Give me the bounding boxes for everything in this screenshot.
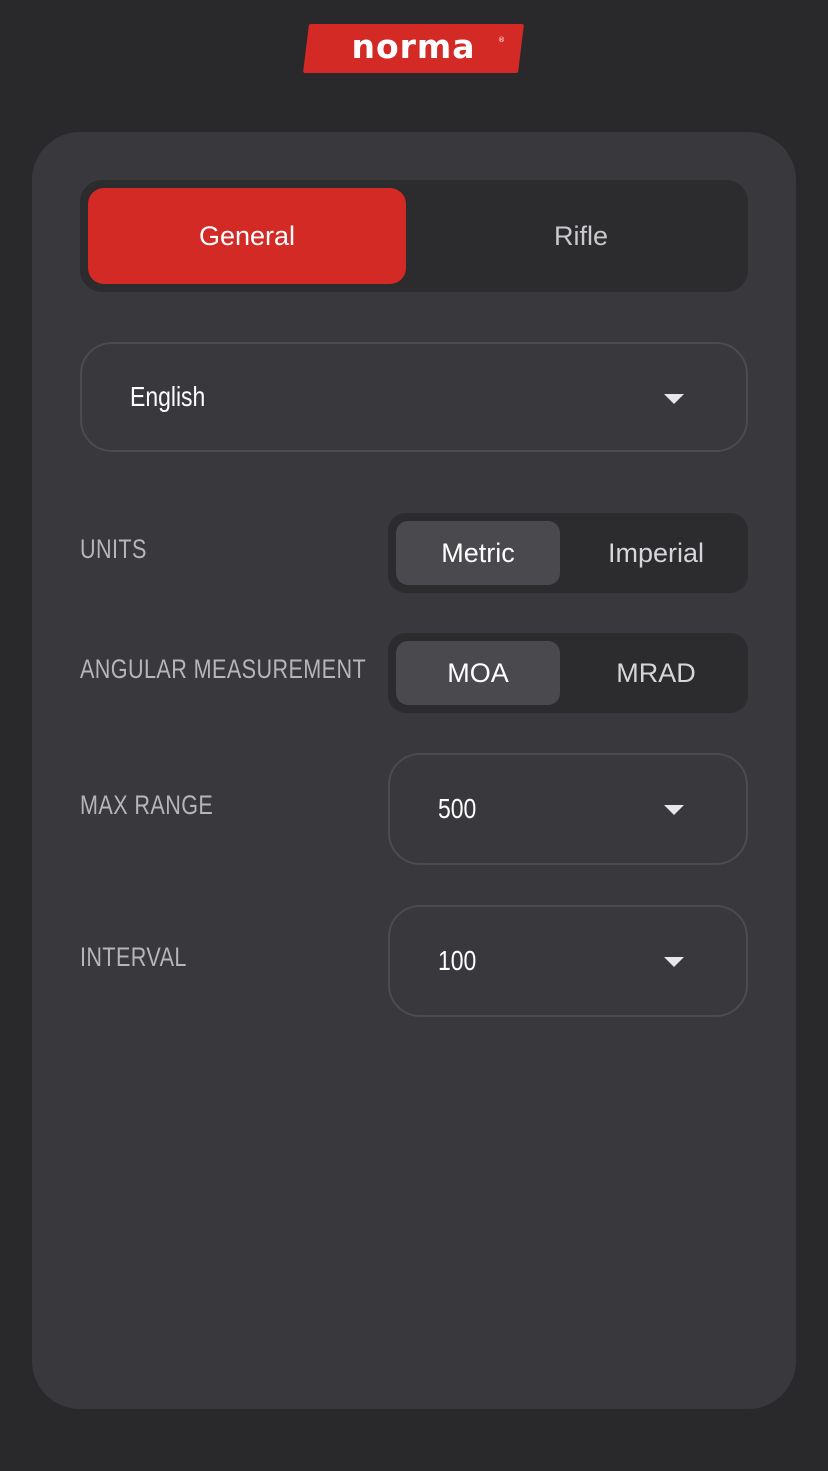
language-select[interactable]: English <box>80 342 748 452</box>
settings-tabs: General Rifle <box>80 180 748 292</box>
interval-select[interactable]: 100 <box>388 905 748 1017</box>
units-label: UNITS <box>80 534 147 564</box>
max-range-label: MAX RANGE <box>80 790 214 820</box>
logo-text: norma <box>351 27 476 66</box>
max-range-select[interactable]: 500 <box>388 753 748 865</box>
angular-measurement-label: ANGULAR MEASUREMENT <box>80 654 367 684</box>
tab-general[interactable]: General <box>88 188 406 284</box>
language-value: English <box>130 381 206 412</box>
units-option-imperial[interactable]: Imperial <box>564 521 748 585</box>
interval-value: 100 <box>438 945 477 976</box>
angular-option-moa[interactable]: MOA <box>396 641 560 705</box>
chevron-down-icon <box>664 805 684 815</box>
chevron-down-icon <box>664 394 684 404</box>
tab-rifle[interactable]: Rifle <box>422 188 740 284</box>
registered-mark: ® <box>498 36 505 44</box>
chevron-down-icon <box>664 957 684 967</box>
interval-label: INTERVAL <box>80 942 187 972</box>
angular-option-mrad[interactable]: MRAD <box>564 641 748 705</box>
units-toggle: Metric Imperial <box>388 513 748 593</box>
units-option-metric[interactable]: Metric <box>396 521 560 585</box>
max-range-value: 500 <box>438 793 477 824</box>
settings-card: General Rifle English UNITS Metric Imper… <box>32 132 796 1409</box>
norma-logo: norma ® <box>302 24 525 73</box>
angular-measurement-toggle: MOA MRAD <box>388 633 748 713</box>
